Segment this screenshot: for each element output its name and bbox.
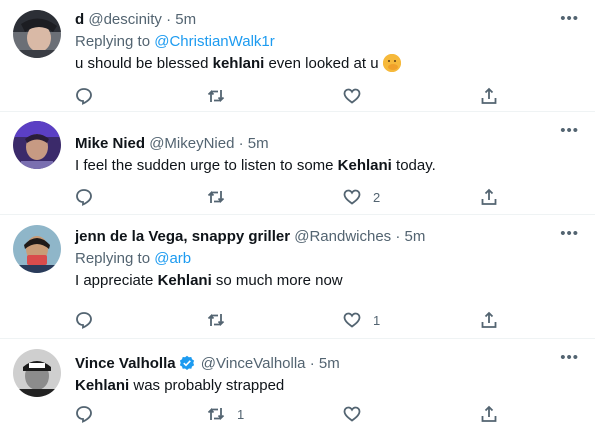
tweet-text: I appreciate Kehlani so much more now bbox=[75, 271, 555, 291]
tweet-text-part: so much more now bbox=[211, 272, 343, 289]
tweet-text-part: I appreciate bbox=[75, 272, 158, 289]
timestamp[interactable]: 5m bbox=[319, 355, 340, 372]
more-icon[interactable]: ••• bbox=[560, 122, 579, 139]
tweet-actions: 2 bbox=[75, 188, 515, 208]
like-button[interactable] bbox=[343, 405, 373, 423]
share-icon bbox=[481, 87, 497, 104]
tweet-text: Kehlani was probably strapped bbox=[75, 376, 555, 396]
tweet-text-highlight: Kehlani bbox=[337, 157, 392, 174]
avatar[interactable] bbox=[13, 225, 61, 273]
share-button[interactable] bbox=[480, 405, 498, 423]
reply-button[interactable] bbox=[75, 87, 105, 105]
replying-to-link[interactable]: @arb bbox=[154, 250, 191, 267]
handle[interactable]: @MikeyNied bbox=[149, 135, 234, 152]
like-count: 1 bbox=[373, 312, 381, 328]
like-icon bbox=[343, 312, 361, 328]
tweet-header: Vince Valholla @VinceValholla · 5m bbox=[75, 354, 555, 374]
like-button[interactable]: 2 bbox=[343, 188, 380, 206]
share-icon bbox=[481, 188, 497, 205]
separator: · bbox=[309, 355, 315, 372]
more-icon[interactable]: ••• bbox=[560, 225, 579, 242]
tweet-header: jenn de la Vega, snappy griller @Randwic… bbox=[75, 227, 555, 247]
tweet-text-highlight: Kehlani bbox=[75, 377, 130, 394]
tweet-text-highlight: kehlani bbox=[212, 55, 265, 72]
share-button[interactable] bbox=[480, 87, 498, 105]
retweet-icon bbox=[207, 407, 225, 421]
retweet-icon bbox=[207, 89, 225, 103]
face-with-hand-over-mouth-icon bbox=[382, 54, 401, 72]
separator: · bbox=[238, 135, 244, 152]
tweet[interactable]: ••• d @descinity · 5m Replying to @Chris… bbox=[0, 0, 595, 112]
retweet-icon bbox=[207, 313, 225, 327]
retweet-count: 1 bbox=[237, 406, 245, 422]
tweet[interactable]: ••• Mike Nied @MikeyNied · 5m I feel the… bbox=[0, 112, 595, 215]
like-icon bbox=[343, 88, 361, 104]
tweet-text-highlight: Kehlani bbox=[157, 272, 212, 289]
separator: · bbox=[166, 11, 172, 28]
tweet-text-part: even looked at u bbox=[264, 55, 379, 72]
replying-to-label: Replying to bbox=[75, 33, 151, 50]
tweet-text-part: was probably strapped bbox=[129, 377, 285, 394]
tweet-text-part: I feel the sudden urge to listen to some bbox=[75, 157, 338, 174]
like-button[interactable] bbox=[343, 87, 373, 105]
like-icon bbox=[343, 189, 361, 205]
tweet-actions: 1 bbox=[75, 311, 515, 331]
more-icon[interactable]: ••• bbox=[560, 10, 579, 27]
timestamp[interactable]: 5m bbox=[248, 135, 269, 152]
tweet-text-part: u should be blessed bbox=[75, 55, 213, 72]
timestamp[interactable]: 5m bbox=[175, 11, 196, 28]
replying-to: Replying to @ChristianWalk1r bbox=[75, 32, 555, 52]
tweet-header: Mike Nied @MikeyNied · 5m bbox=[75, 134, 555, 154]
avatar[interactable] bbox=[13, 349, 61, 397]
timestamp[interactable]: 5m bbox=[405, 228, 426, 245]
handle[interactable]: @VinceValholla bbox=[201, 355, 306, 372]
avatar[interactable] bbox=[13, 121, 61, 169]
retweet-button[interactable]: 1 bbox=[207, 405, 244, 423]
reply-icon bbox=[76, 406, 92, 423]
like-button[interactable]: 1 bbox=[343, 311, 380, 329]
tweet[interactable]: ••• jenn de la Vega, snappy griller @Ran… bbox=[0, 215, 595, 339]
reply-button[interactable] bbox=[75, 405, 105, 423]
reply-icon bbox=[76, 88, 92, 105]
share-icon bbox=[481, 405, 497, 422]
reply-icon bbox=[76, 189, 92, 206]
display-name[interactable]: d bbox=[75, 11, 84, 28]
tweet-header: d @descinity · 5m bbox=[75, 10, 555, 30]
replying-to-link[interactable]: @ChristianWalk1r bbox=[154, 33, 275, 50]
replying-to: Replying to @arb bbox=[75, 249, 555, 269]
retweet-button[interactable] bbox=[207, 87, 237, 105]
more-icon[interactable]: ••• bbox=[560, 349, 579, 366]
tweet[interactable]: ••• Vince Valholla @VinceValholla · 5m K… bbox=[0, 339, 595, 432]
reply-button[interactable] bbox=[75, 188, 105, 206]
avatar[interactable] bbox=[13, 10, 61, 58]
display-name[interactable]: Mike Nied bbox=[75, 135, 145, 152]
handle[interactable]: @descinity bbox=[88, 11, 162, 28]
reply-icon bbox=[76, 312, 92, 329]
retweet-button[interactable] bbox=[207, 311, 237, 329]
like-icon bbox=[343, 406, 361, 422]
verified-badge-icon bbox=[179, 355, 194, 370]
handle[interactable]: @Randwiches bbox=[294, 228, 391, 245]
share-icon bbox=[481, 311, 497, 328]
retweet-icon bbox=[207, 190, 225, 204]
tweet-actions bbox=[75, 87, 515, 107]
share-button[interactable] bbox=[480, 311, 498, 329]
like-count: 2 bbox=[373, 189, 381, 205]
replying-to-label: Replying to bbox=[75, 250, 151, 267]
reply-button[interactable] bbox=[75, 311, 105, 329]
display-name[interactable]: jenn de la Vega, snappy griller bbox=[75, 228, 290, 245]
tweet-text-part: today. bbox=[391, 157, 436, 174]
retweet-button[interactable] bbox=[207, 188, 237, 206]
tweet-text: u should be blessed kehlani even looked … bbox=[75, 54, 555, 74]
separator: · bbox=[395, 228, 401, 245]
display-name[interactable]: Vince Valholla bbox=[75, 355, 176, 372]
tweet-actions: 1 bbox=[75, 405, 515, 425]
tweet-text: I feel the sudden urge to listen to some… bbox=[75, 156, 555, 176]
share-button[interactable] bbox=[480, 188, 498, 206]
